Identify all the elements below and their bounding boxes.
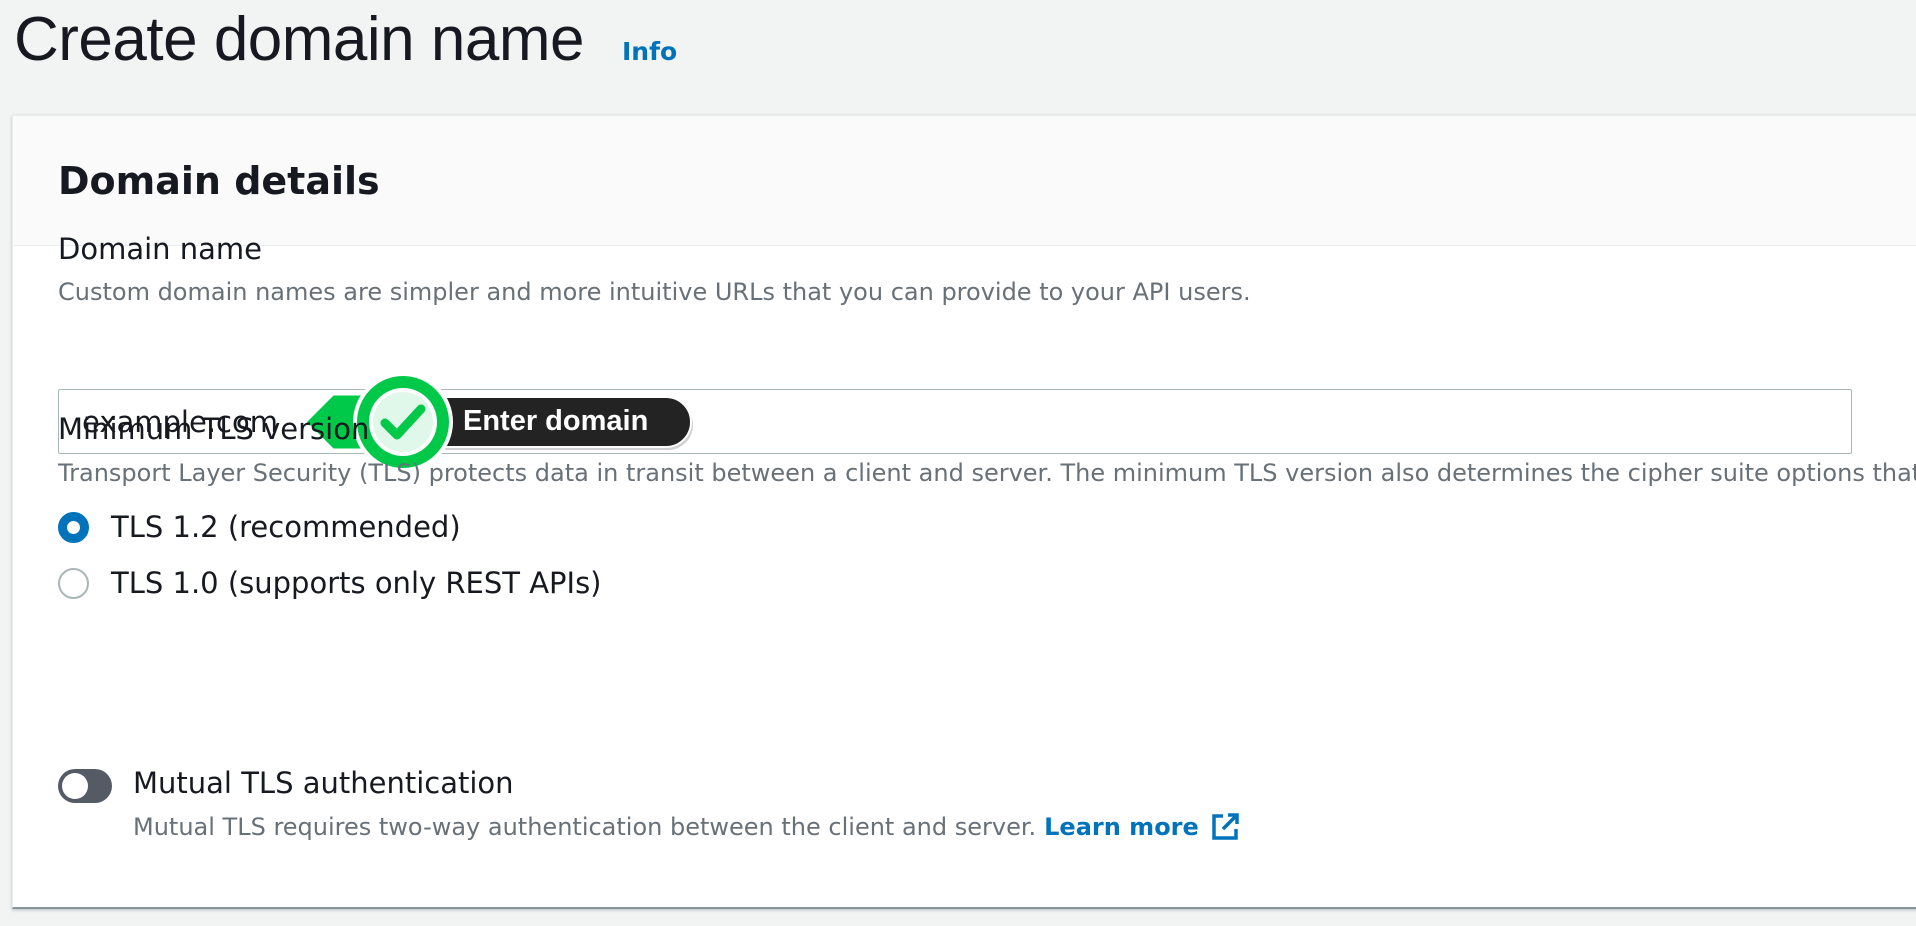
tls-version-label: Minimum TLS version: [58, 412, 370, 446]
page-header: Create domain name Info: [14, 0, 677, 80]
domain-name-label: Domain name: [58, 232, 262, 266]
panel-title: Domain details: [58, 158, 380, 203]
external-link-icon: [1212, 813, 1239, 840]
toggle-knob: [62, 773, 88, 799]
panel-header: Domain details: [13, 116, 1916, 246]
page-title: Create domain name: [14, 5, 584, 74]
domain-name-description: Custom domain names are simpler and more…: [58, 278, 1251, 306]
callout-label: Enter domain: [463, 405, 649, 437]
mutual-tls-description-text: Mutual TLS requires two-way authenticati…: [133, 813, 1037, 841]
radio-button-selected[interactable]: [58, 511, 89, 543]
mutual-tls-label: Mutual TLS authentication: [133, 766, 514, 800]
radio-tls-1-0[interactable]: TLS 1.0 (supports only REST APIs): [58, 566, 602, 600]
radio-label-tls-1-2: TLS 1.2 (recommended): [111, 510, 461, 544]
radio-button-unselected[interactable]: [58, 567, 89, 599]
learn-more-label: Learn more: [1044, 813, 1199, 841]
learn-more-link[interactable]: Learn more: [1044, 811, 1241, 843]
info-link[interactable]: Info: [622, 37, 677, 66]
mutual-tls-toggle[interactable]: [58, 769, 112, 803]
domain-details-panel: Domain details Domain name Custom domain…: [12, 115, 1916, 909]
mutual-tls-description: Mutual TLS requires two-way authenticati…: [133, 811, 1241, 843]
radio-label-tls-1-0: TLS 1.0 (supports only REST APIs): [111, 566, 602, 600]
radio-tls-1-2[interactable]: TLS 1.2 (recommended): [58, 510, 461, 544]
tls-version-description: Transport Layer Security (TLS) protects …: [58, 459, 1916, 487]
